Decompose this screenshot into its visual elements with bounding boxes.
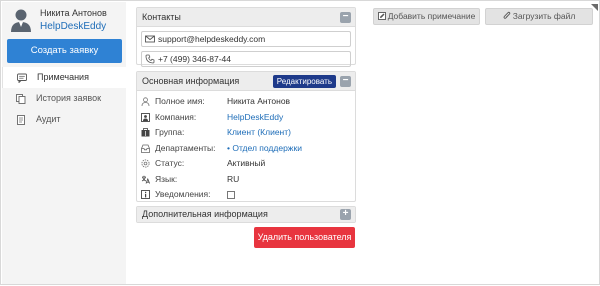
info-rows: Полное имя: Никита Антонов Компания: Hel… (137, 91, 355, 203)
phone-field[interactable]: +7 (499) 346-87-44 (141, 51, 351, 67)
edit-icon (377, 12, 386, 20)
sidebar-item-ticket-history[interactable]: История заявок (2, 88, 126, 109)
notifications-checkbox[interactable] (227, 191, 235, 199)
main-info-panel-header[interactable]: Основная информация Редактировать − (137, 72, 355, 91)
sidebar-item-label: История заявок (36, 93, 102, 103)
user-company-link[interactable]: HelpDeskEddy (40, 21, 106, 32)
window-frame: Никита Антонов HelpDeskEddy Создать заяв… (0, 0, 600, 285)
comment-icon (17, 73, 27, 83)
corner-triangle-icon (591, 4, 598, 11)
user-block: Никита Антонов HelpDeskEddy (2, 2, 126, 40)
create-ticket-button[interactable]: Создать заявку (7, 39, 122, 63)
sidebar-nav: Примечания История заявок Аудит (2, 67, 126, 130)
upload-file-label: Загрузить файл (512, 11, 576, 21)
document-icon (17, 115, 25, 125)
phone-icon (145, 54, 155, 64)
sidebar: Никита Антонов HelpDeskEddy Создать заяв… (2, 2, 126, 284)
contacts-panel-header[interactable]: Контакты − (137, 8, 355, 27)
info-label: Департаменты: (155, 142, 216, 153)
info-label: Язык: (155, 173, 178, 184)
copy-icon (16, 94, 26, 104)
user-avatar-icon (11, 9, 31, 32)
user-icon (141, 97, 150, 106)
sidebar-item-audit[interactable]: Аудит (2, 109, 126, 130)
expand-extra-info-button[interactable]: + (340, 209, 351, 220)
info-value: RU (227, 173, 240, 184)
info-row-group: Группа: Клиент (Клиент) (137, 125, 355, 141)
info-label: Полное имя: (155, 96, 205, 106)
info-label: Группа: (155, 127, 185, 137)
edit-button[interactable]: Редактировать (272, 75, 336, 88)
info-row-notifications: Уведомления: (137, 187, 355, 203)
info-row-departments: Департаменты: • Отдел поддержки (137, 141, 355, 157)
sidebar-item-notes[interactable]: Примечания (2, 67, 126, 88)
add-note-label: Добавить примечание (387, 11, 476, 21)
info-row-status: Статус: Активный (137, 156, 355, 172)
user-name: Никита Антонов (40, 8, 107, 18)
info-label: Компания: (155, 111, 197, 122)
info-row-language: Язык: RU (137, 172, 355, 188)
main-info-title: Основная информация (142, 76, 240, 86)
contacts-panel: Контакты − support@helpdeskeddy.com +7 (… (136, 7, 356, 67)
sidebar-item-label: Примечания (37, 72, 89, 82)
info-icon (141, 190, 150, 199)
extra-info-panel: Дополнительная информация + (136, 206, 356, 223)
inbox-icon (141, 144, 150, 153)
main-content: Контакты − support@helpdeskeddy.com +7 (… (131, 1, 600, 286)
sidebar-item-label: Аудит (36, 114, 61, 124)
info-row-company: Компания: HelpDeskEddy (137, 110, 355, 126)
extra-info-title: Дополнительная информация (142, 209, 268, 219)
phone-value: +7 (499) 346-87-44 (158, 54, 232, 64)
add-note-button[interactable]: Добавить примечание (373, 8, 480, 25)
settings-icon (141, 159, 150, 168)
info-value: Никита Антонов (227, 96, 291, 106)
upload-file-button[interactable]: Загрузить файл (485, 8, 593, 25)
department-link[interactable]: • Отдел поддержки (227, 141, 302, 157)
group-link[interactable]: Клиент (Клиент) (227, 125, 291, 141)
id-card-icon (141, 112, 150, 122)
delete-user-button[interactable]: Удалить пользователя (254, 227, 355, 248)
extra-info-panel-header[interactable]: Дополнительная информация + (137, 207, 355, 222)
email-field[interactable]: support@helpdeskeddy.com (141, 31, 351, 47)
collapse-contacts-button[interactable]: − (340, 12, 351, 23)
email-value: support@helpdeskeddy.com (158, 34, 266, 44)
info-label: Статус: (155, 158, 185, 168)
main-info-panel: Основная информация Редактировать − Полн… (136, 71, 356, 202)
info-label: Уведомления: (155, 189, 211, 199)
company-link[interactable]: HelpDeskEddy (227, 110, 283, 126)
info-value: Активный (227, 158, 266, 168)
contacts-title: Контакты (142, 12, 181, 22)
group-icon (141, 128, 150, 137)
mail-icon (145, 35, 155, 43)
collapse-main-info-button[interactable]: − (340, 76, 351, 87)
info-row-full-name: Полное имя: Никита Антонов (137, 94, 355, 110)
paperclip-icon (503, 11, 510, 19)
translate-icon (141, 175, 150, 184)
